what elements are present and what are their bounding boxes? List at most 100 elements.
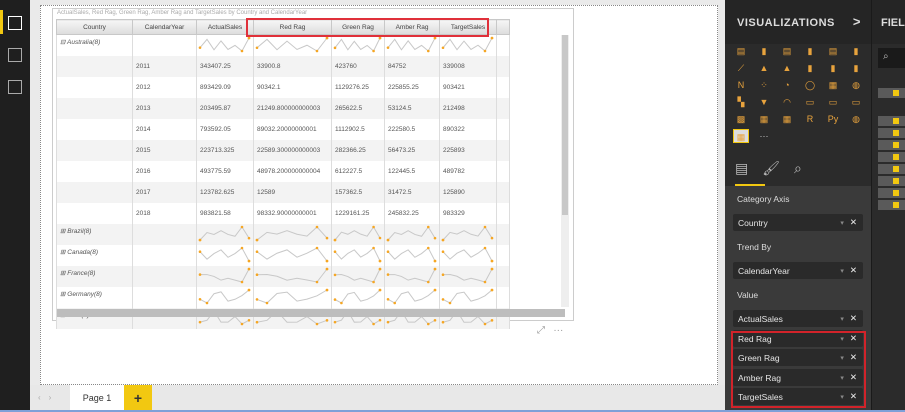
format-paint-roller-icon[interactable]: 🖌 bbox=[762, 160, 780, 176]
well-amber-rag[interactable]: Amber Rag ▾ ✕ bbox=[733, 368, 863, 386]
more-options-icon[interactable]: ··· bbox=[553, 325, 563, 336]
visual-type-icon[interactable]: ▩ bbox=[733, 112, 749, 126]
country-cell[interactable]: ⊞ France(8) bbox=[56, 266, 133, 287]
field-checkbox[interactable] bbox=[893, 130, 899, 136]
visual-type-icon[interactable]: ▮ bbox=[802, 44, 818, 58]
field-checkbox[interactable] bbox=[893, 178, 899, 184]
field-item[interactable] bbox=[878, 152, 905, 162]
column-header-red-rag[interactable]: Red Rag bbox=[253, 19, 332, 35]
field-item[interactable] bbox=[878, 164, 905, 174]
chevron-down-icon[interactable]: ▾ bbox=[840, 268, 844, 275]
well-red-rag[interactable]: Red Rag ▾ ✕ bbox=[733, 329, 863, 347]
visual-type-icon[interactable]: N bbox=[733, 78, 749, 92]
field-checkbox[interactable] bbox=[893, 142, 899, 148]
chevron-down-icon[interactable]: ▾ bbox=[840, 375, 844, 382]
scroll-thumb[interactable] bbox=[562, 35, 568, 215]
column-header-targetsales[interactable]: TargetSales bbox=[439, 19, 497, 35]
field-item[interactable] bbox=[878, 128, 905, 138]
data-view-icon[interactable] bbox=[8, 48, 22, 62]
vertical-scrollbar[interactable] bbox=[561, 35, 569, 307]
add-page-button[interactable]: + bbox=[124, 385, 152, 412]
report-view-icon[interactable] bbox=[8, 16, 22, 30]
fields-tab-icon[interactable]: ▤ bbox=[735, 160, 748, 176]
visual-type-icon[interactable]: ◯ bbox=[802, 78, 818, 92]
visual-type-icon[interactable]: ▭ bbox=[825, 95, 841, 109]
country-cell[interactable]: ⊟ Australia(8) bbox=[56, 34, 133, 56]
field-item[interactable] bbox=[878, 200, 905, 210]
column-header-actualsales[interactable]: ActualSales bbox=[196, 19, 254, 35]
visual-type-icon[interactable]: Py bbox=[825, 112, 841, 126]
column-header-green-rag[interactable]: Green Rag bbox=[331, 19, 385, 35]
field-checkbox[interactable] bbox=[893, 118, 899, 124]
country-cell[interactable]: ⊞ Canada(8) bbox=[56, 245, 133, 266]
visual-type-icon[interactable]: ▮ bbox=[848, 44, 864, 58]
well-actualsales[interactable]: ActualSales ▾ ✕ bbox=[733, 310, 863, 327]
close-icon[interactable]: ✕ bbox=[850, 352, 857, 362]
column-header-amber-rag[interactable]: Amber Rag bbox=[384, 19, 440, 35]
visual-type-icon[interactable]: ▭ bbox=[802, 95, 818, 109]
visual-type-icon[interactable]: ◍ bbox=[848, 112, 864, 126]
visual-type-icon[interactable]: ▼ bbox=[756, 95, 772, 109]
more-visuals-icon[interactable]: ··· bbox=[756, 129, 772, 143]
model-view-icon[interactable] bbox=[8, 80, 22, 94]
close-icon[interactable]: ✕ bbox=[850, 265, 857, 275]
close-icon[interactable]: ✕ bbox=[850, 333, 857, 343]
visual-type-icon[interactable]: ▲ bbox=[779, 61, 795, 75]
chevron-down-icon[interactable]: ▾ bbox=[840, 336, 844, 343]
collapse-chevron-icon[interactable]: > bbox=[853, 14, 861, 29]
field-item[interactable] bbox=[878, 116, 905, 126]
visual-type-icon[interactable]: ◍ bbox=[848, 78, 864, 92]
visual-type-icon[interactable]: ◠ bbox=[779, 95, 795, 109]
tab-page-1[interactable]: Page 1 bbox=[70, 385, 124, 412]
visual-type-icon[interactable]: ▤ bbox=[779, 44, 795, 58]
visual-type-icon[interactable]: ⁘ bbox=[756, 78, 772, 92]
column-header-country[interactable]: Country bbox=[56, 19, 133, 35]
visual-type-icon[interactable]: ▦ bbox=[779, 112, 795, 126]
chevron-down-icon[interactable]: ▾ bbox=[840, 316, 844, 323]
visual-type-icon[interactable]: ▮ bbox=[825, 61, 841, 75]
visual-type-icon[interactable]: ▮ bbox=[802, 61, 818, 75]
country-cell[interactable]: ⊞ Brazil(8) bbox=[56, 224, 133, 245]
analytics-magnifier-icon[interactable]: ⌕ bbox=[794, 160, 802, 176]
chevron-down-icon[interactable]: ▾ bbox=[840, 355, 844, 362]
sparkline-table-visual[interactable]: ActualSales, Red Rag, Green Rag, Amber R… bbox=[52, 8, 574, 329]
chevron-down-icon[interactable]: ▾ bbox=[840, 220, 844, 227]
field-checkbox[interactable] bbox=[893, 154, 899, 160]
field-checkbox[interactable] bbox=[893, 166, 899, 172]
well-targetsales[interactable]: TargetSales ▾ ✕ bbox=[733, 388, 863, 405]
visual-type-icon[interactable]: ▚ bbox=[733, 95, 749, 109]
column-header-calendaryear[interactable]: CalendarYear bbox=[132, 19, 197, 35]
visual-type-icon[interactable]: ⟋ bbox=[733, 61, 749, 75]
close-icon[interactable]: ✕ bbox=[850, 313, 857, 323]
well-calendaryear[interactable]: CalendarYear ▾ ✕ bbox=[733, 262, 863, 279]
horizontal-scrollbar[interactable] bbox=[57, 309, 565, 317]
visual-type-icon[interactable]: ▲ bbox=[756, 61, 772, 75]
close-icon[interactable]: ✕ bbox=[850, 391, 857, 401]
field-item[interactable] bbox=[878, 88, 905, 98]
visual-type-icon[interactable]: ▮ bbox=[848, 61, 864, 75]
country-cell[interactable]: ⊞ Germany(8) bbox=[56, 287, 133, 308]
visual-type-icon[interactable]: ▦ bbox=[825, 78, 841, 92]
field-checkbox[interactable] bbox=[893, 90, 899, 96]
visual-type-icon[interactable]: ▮ bbox=[756, 44, 772, 58]
custom-visual-icon-selected[interactable]: ▦ bbox=[733, 129, 749, 143]
close-icon[interactable]: ✕ bbox=[850, 217, 857, 227]
tab-scroll-arrows[interactable]: ‹› bbox=[38, 393, 59, 402]
visual-type-icon[interactable]: ◔ bbox=[779, 78, 795, 92]
visual-type-icon[interactable]: ▦ bbox=[756, 112, 772, 126]
focus-mode-icon[interactable]: ⤢ bbox=[537, 325, 545, 336]
field-checkbox[interactable] bbox=[893, 202, 899, 208]
visual-type-icon[interactable]: R bbox=[802, 112, 818, 126]
visual-type-icon[interactable]: ▭ bbox=[848, 95, 864, 109]
collapse-icon[interactable]: ⊟ bbox=[60, 39, 67, 46]
close-icon[interactable]: ✕ bbox=[850, 372, 857, 382]
field-item[interactable] bbox=[878, 176, 905, 186]
visual-type-icon[interactable]: ▤ bbox=[825, 44, 841, 58]
chevron-down-icon[interactable]: ▾ bbox=[840, 394, 844, 401]
field-checkbox[interactable] bbox=[893, 190, 899, 196]
well-green-rag[interactable]: Green Rag ▾ ✕ bbox=[733, 349, 863, 366]
field-item[interactable] bbox=[878, 188, 905, 198]
well-country[interactable]: Country ▾ ✕ bbox=[733, 214, 863, 231]
search-icon[interactable]: ⌕ bbox=[878, 48, 905, 68]
field-item[interactable] bbox=[878, 140, 905, 150]
